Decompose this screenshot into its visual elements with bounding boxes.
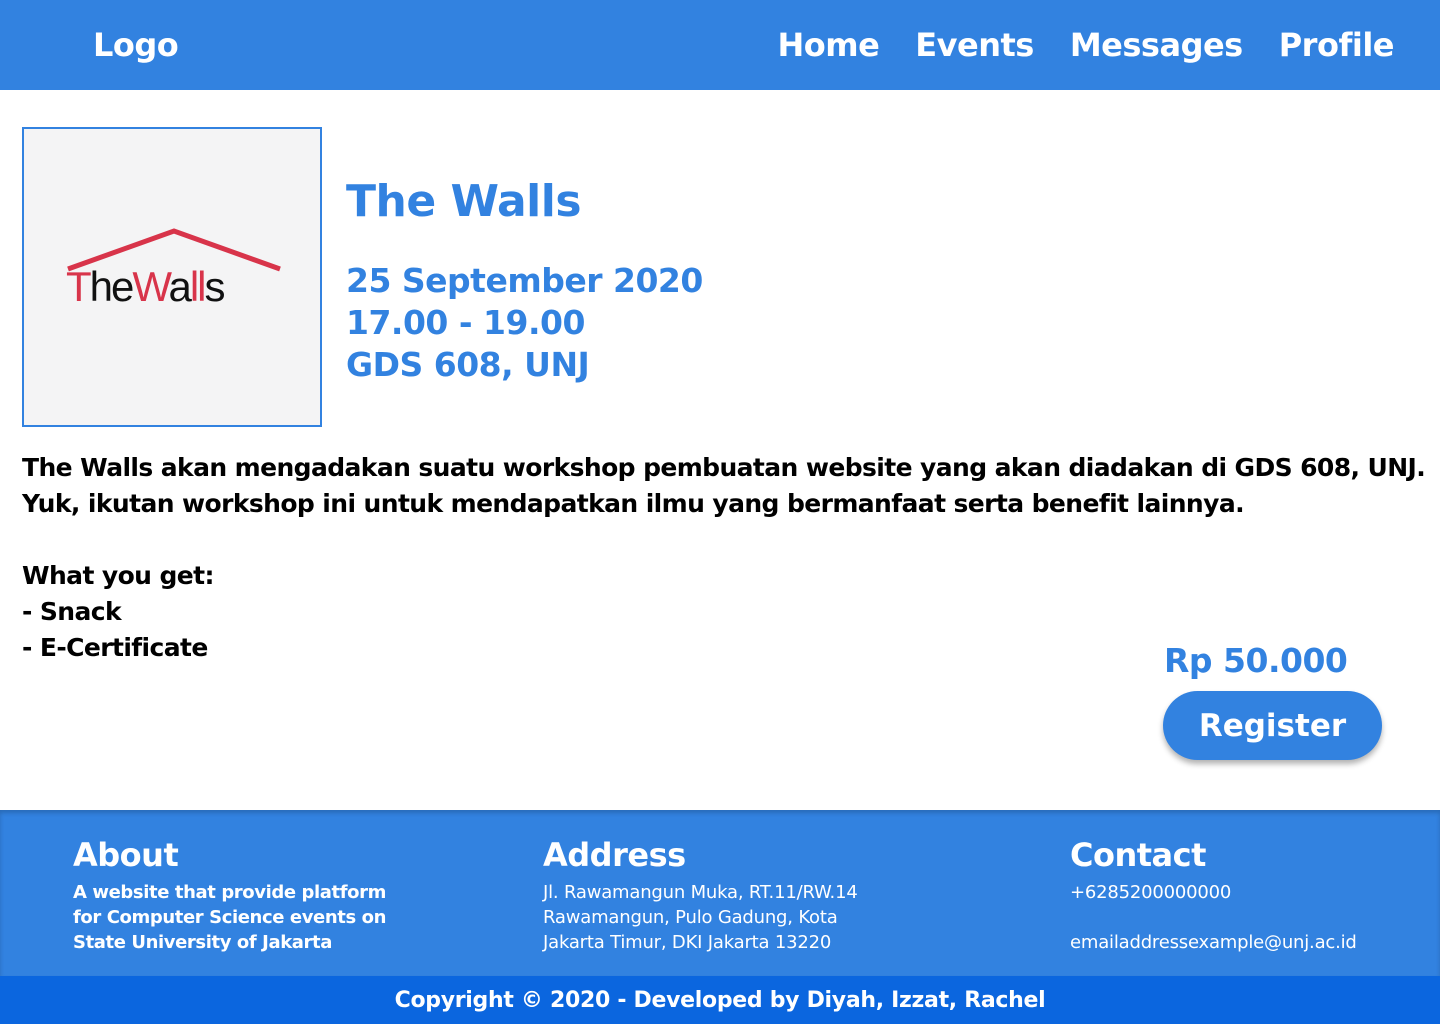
- footer-about: About A website that provide platform fo…: [73, 836, 386, 955]
- register-button[interactable]: Register: [1163, 691, 1382, 760]
- footer-address-text: Jakarta Timur, DKI Jakarta 13220: [543, 932, 832, 953]
- footer-contact-title: Contact: [1070, 836, 1206, 874]
- footer-about-title: About: [73, 836, 179, 874]
- main-nav: Home Events Messages Profile: [777, 26, 1394, 64]
- the-walls-logo: TheWalls: [66, 228, 281, 307]
- benefit-item: - Snack: [22, 597, 122, 626]
- nav-profile-link[interactable]: Profile: [1279, 26, 1395, 64]
- benefits-heading: What you get:: [22, 561, 214, 590]
- footer-about-text: for Computer Science events on: [73, 907, 387, 928]
- footer-address: Address Jl. Rawamangun Muka, RT.11/RW.14…: [543, 836, 858, 955]
- contact-email[interactable]: emailaddressexample@unj.ac.id: [1070, 930, 1357, 955]
- event-location: GDS 608, UNJ: [346, 345, 590, 384]
- copyright-bar: Copyright © 2020 - Developed by Diyah, I…: [0, 976, 1440, 1024]
- site-logo[interactable]: Logo: [93, 26, 179, 64]
- footer: About A website that provide platform fo…: [0, 810, 1440, 976]
- nav-events-link[interactable]: Events: [915, 26, 1034, 64]
- footer-about-text: A website that provide platform: [73, 882, 386, 903]
- event-time: 17.00 - 19.00: [346, 303, 585, 342]
- event-description: The Walls akan mengadakan suatu workshop…: [22, 450, 1432, 666]
- nav-home-link[interactable]: Home: [777, 26, 879, 64]
- footer-address-text: Jl. Rawamangun Muka, RT.11/RW.14: [543, 882, 858, 903]
- event-details: 25 September 2020 17.00 - 19.00 GDS 608,…: [346, 260, 703, 386]
- contact-phone[interactable]: +6285200000000: [1070, 880, 1357, 905]
- event-image: TheWalls: [22, 127, 322, 427]
- footer-address-text: Rawamangun, Pulo Gadung, Kota: [543, 907, 838, 928]
- footer-contact: Contact +6285200000000 emailaddressexamp…: [1070, 836, 1357, 955]
- description-line: The Walls akan mengadakan suatu workshop…: [22, 453, 1426, 482]
- navbar: Logo Home Events Messages Profile: [0, 0, 1440, 90]
- svg-text:TheWalls: TheWalls: [66, 263, 225, 307]
- event-price: Rp 50.000: [1164, 641, 1348, 680]
- footer-about-text: State University of Jakarta: [73, 932, 332, 953]
- footer-address-title: Address: [543, 836, 686, 874]
- event-date: 25 September 2020: [346, 261, 703, 300]
- event-title: The Walls: [346, 176, 582, 227]
- nav-messages-link[interactable]: Messages: [1070, 26, 1243, 64]
- description-line: Yuk, ikutan workshop ini untuk mendapatk…: [22, 489, 1245, 518]
